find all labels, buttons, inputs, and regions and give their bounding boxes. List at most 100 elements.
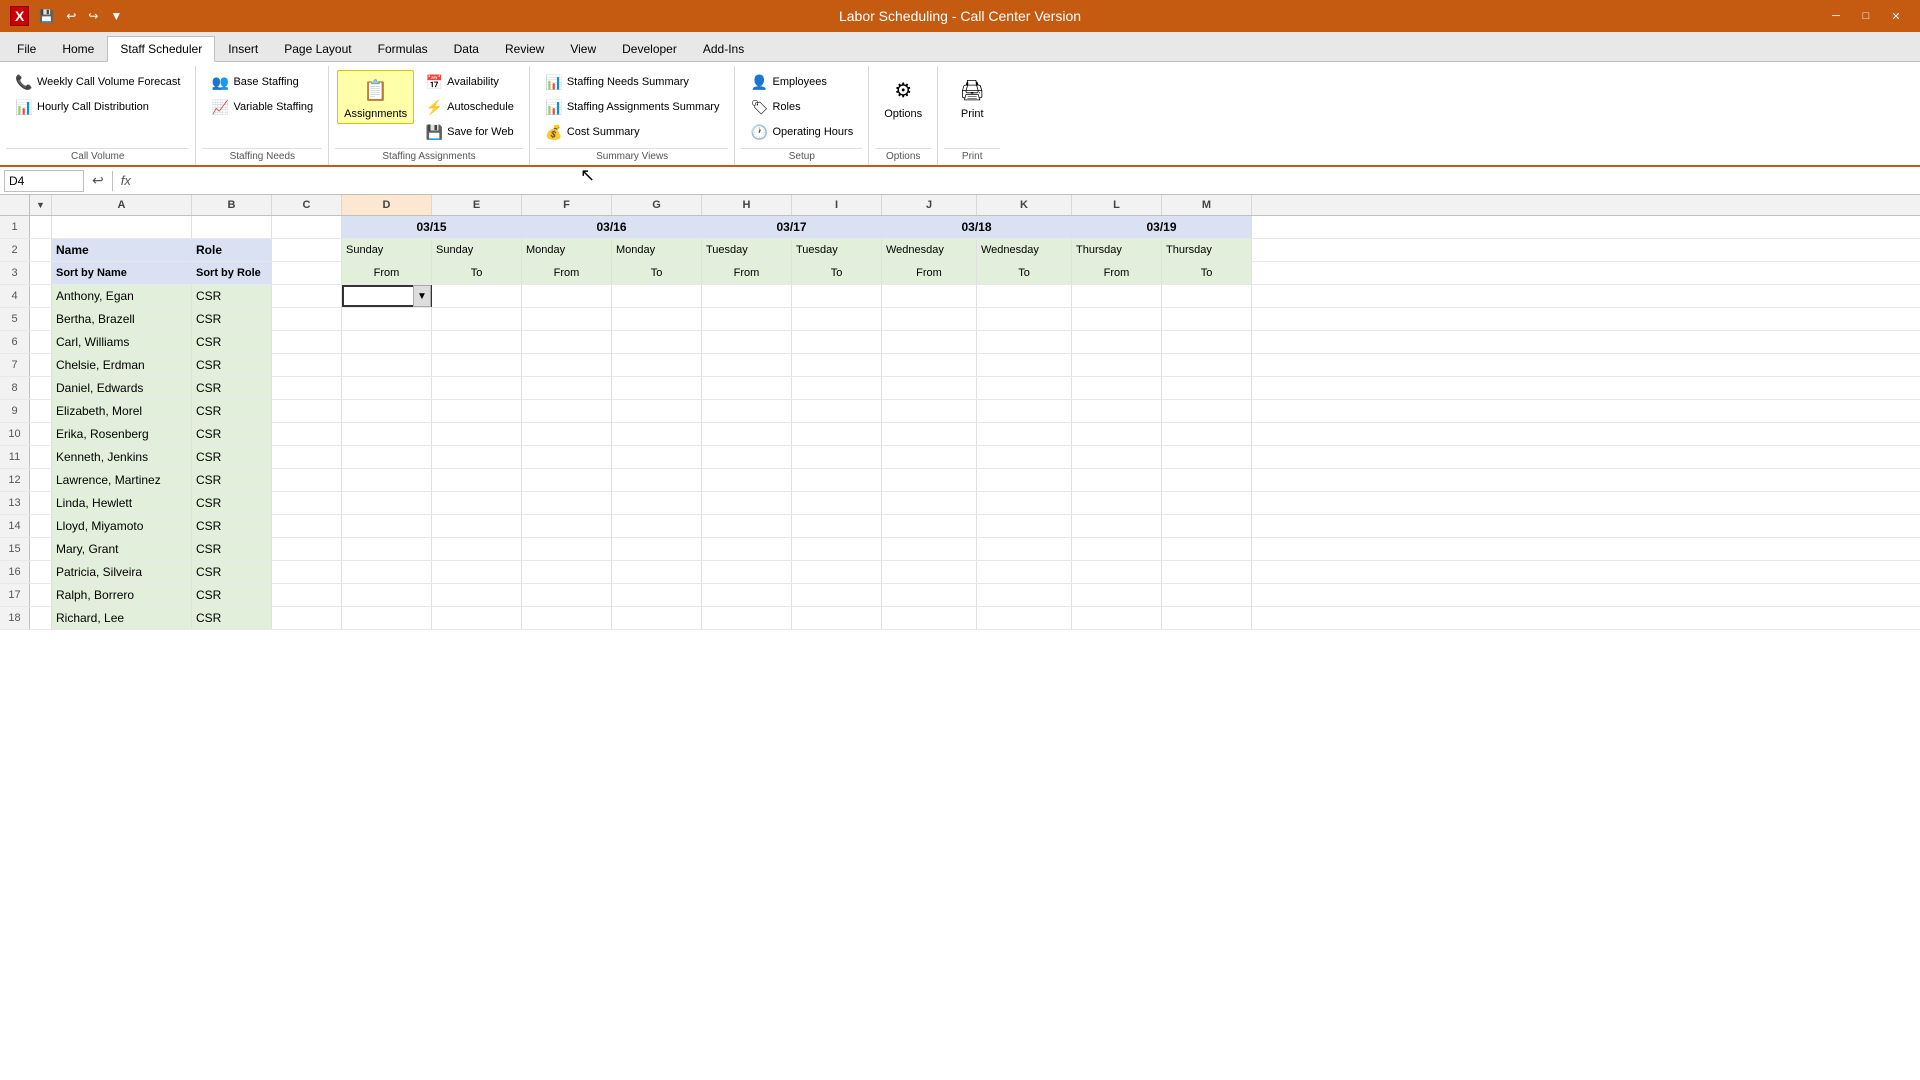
row-num-6[interactable]: 6 [0, 331, 30, 353]
r11-H[interactable] [702, 446, 792, 468]
r2-L[interactable]: Thursday [1072, 239, 1162, 261]
r5-D[interactable] [342, 308, 432, 330]
employee-role-8[interactable]: CSR [192, 377, 272, 399]
save-for-web-button[interactable]: 💾 Save for Web [418, 120, 521, 144]
r16-H[interactable] [702, 561, 792, 583]
r3-H[interactable]: From [702, 262, 792, 284]
r6-J[interactable] [882, 331, 977, 353]
row-num-12[interactable]: 12 [0, 469, 30, 491]
r5-J[interactable] [882, 308, 977, 330]
r4-J[interactable] [882, 285, 977, 307]
print-button[interactable]: 🖨 Print [946, 70, 998, 124]
r10-sel[interactable] [30, 423, 52, 445]
r14-F[interactable] [522, 515, 612, 537]
r8-H[interactable] [702, 377, 792, 399]
employee-role-13[interactable]: CSR [192, 492, 272, 514]
r1-J[interactable]: 03/18 [882, 216, 1072, 238]
r10-E[interactable] [432, 423, 522, 445]
save-quick-button[interactable]: 💾 [35, 7, 58, 25]
row-num-1[interactable]: 1 [0, 216, 30, 238]
r14-K[interactable] [977, 515, 1072, 537]
employee-role-10[interactable]: CSR [192, 423, 272, 445]
r16-F[interactable] [522, 561, 612, 583]
r15-K[interactable] [977, 538, 1072, 560]
r9-E[interactable] [432, 400, 522, 422]
employee-role-4[interactable]: CSR [192, 285, 272, 307]
r8-D[interactable] [342, 377, 432, 399]
col-header-C[interactable]: C [272, 195, 342, 215]
r16-I[interactable] [792, 561, 882, 583]
r11-F[interactable] [522, 446, 612, 468]
r2-I[interactable]: Tuesday [792, 239, 882, 261]
r12-sel[interactable] [30, 469, 52, 491]
r3-sel[interactable] [30, 262, 52, 284]
r6-H[interactable] [702, 331, 792, 353]
r16-sel[interactable] [30, 561, 52, 583]
r18-J[interactable] [882, 607, 977, 629]
r17-C[interactable] [272, 584, 342, 606]
r13-F[interactable] [522, 492, 612, 514]
r16-G[interactable] [612, 561, 702, 583]
r11-J[interactable] [882, 446, 977, 468]
r2-E[interactable]: Sunday [432, 239, 522, 261]
r10-J[interactable] [882, 423, 977, 445]
employees-button[interactable]: 👤 Employees [743, 70, 860, 94]
undo-quick-button[interactable]: ↩ [62, 7, 80, 25]
r11-L[interactable] [1072, 446, 1162, 468]
r3-E[interactable]: To [432, 262, 522, 284]
r17-G[interactable] [612, 584, 702, 606]
r7-J[interactable] [882, 354, 977, 376]
r7-M[interactable] [1162, 354, 1252, 376]
base-staffing-button[interactable]: 👥 Base Staffing [204, 70, 320, 94]
r11-C[interactable] [272, 446, 342, 468]
tab-insert[interactable]: Insert [215, 35, 271, 61]
col-header-F[interactable]: F [522, 195, 612, 215]
r14-C[interactable] [272, 515, 342, 537]
employee-name-18[interactable]: Richard, Lee [52, 607, 192, 629]
r5-E[interactable] [432, 308, 522, 330]
r3-K[interactable]: To [977, 262, 1072, 284]
r9-L[interactable] [1072, 400, 1162, 422]
row-num-14[interactable]: 14 [0, 515, 30, 537]
r10-G[interactable] [612, 423, 702, 445]
r7-L[interactable] [1072, 354, 1162, 376]
r12-F[interactable] [522, 469, 612, 491]
sort-by-name-cell[interactable]: Sort by Name [52, 262, 192, 284]
r13-I[interactable] [792, 492, 882, 514]
r4-C[interactable] [272, 285, 342, 307]
r17-L[interactable] [1072, 584, 1162, 606]
availability-button[interactable]: 📅 Availability [418, 70, 521, 94]
r2-M[interactable]: Thursday [1162, 239, 1252, 261]
row-num-17[interactable]: 17 [0, 584, 30, 606]
row-num-5[interactable]: 5 [0, 308, 30, 330]
employee-name-12[interactable]: Lawrence, Martinez [52, 469, 192, 491]
r16-J[interactable] [882, 561, 977, 583]
r7-D[interactable] [342, 354, 432, 376]
row-num-2[interactable]: 2 [0, 239, 30, 261]
employee-role-17[interactable]: CSR [192, 584, 272, 606]
r9-J[interactable] [882, 400, 977, 422]
formula-input[interactable] [139, 172, 1916, 190]
r6-M[interactable] [1162, 331, 1252, 353]
r18-G[interactable] [612, 607, 702, 629]
col-header-K[interactable]: K [977, 195, 1072, 215]
employee-role-7[interactable]: CSR [192, 354, 272, 376]
r18-sel[interactable] [30, 607, 52, 629]
staffing-assignments-summary-button[interactable]: 📊 Staffing Assignments Summary [538, 95, 727, 119]
r7-K[interactable] [977, 354, 1072, 376]
r17-sel[interactable] [30, 584, 52, 606]
r16-L[interactable] [1072, 561, 1162, 583]
maximize-button[interactable]: □ [1852, 6, 1880, 26]
r10-K[interactable] [977, 423, 1072, 445]
row-num-9[interactable]: 9 [0, 400, 30, 422]
r3-D[interactable]: From [342, 262, 432, 284]
col-header-E[interactable]: E [432, 195, 522, 215]
r14-sel[interactable] [30, 515, 52, 537]
r2-sel[interactable] [30, 239, 52, 261]
r6-I[interactable] [792, 331, 882, 353]
r11-E[interactable] [432, 446, 522, 468]
r15-M[interactable] [1162, 538, 1252, 560]
r7-C[interactable] [272, 354, 342, 376]
row-num-7[interactable]: 7 [0, 354, 30, 376]
r12-K[interactable] [977, 469, 1072, 491]
